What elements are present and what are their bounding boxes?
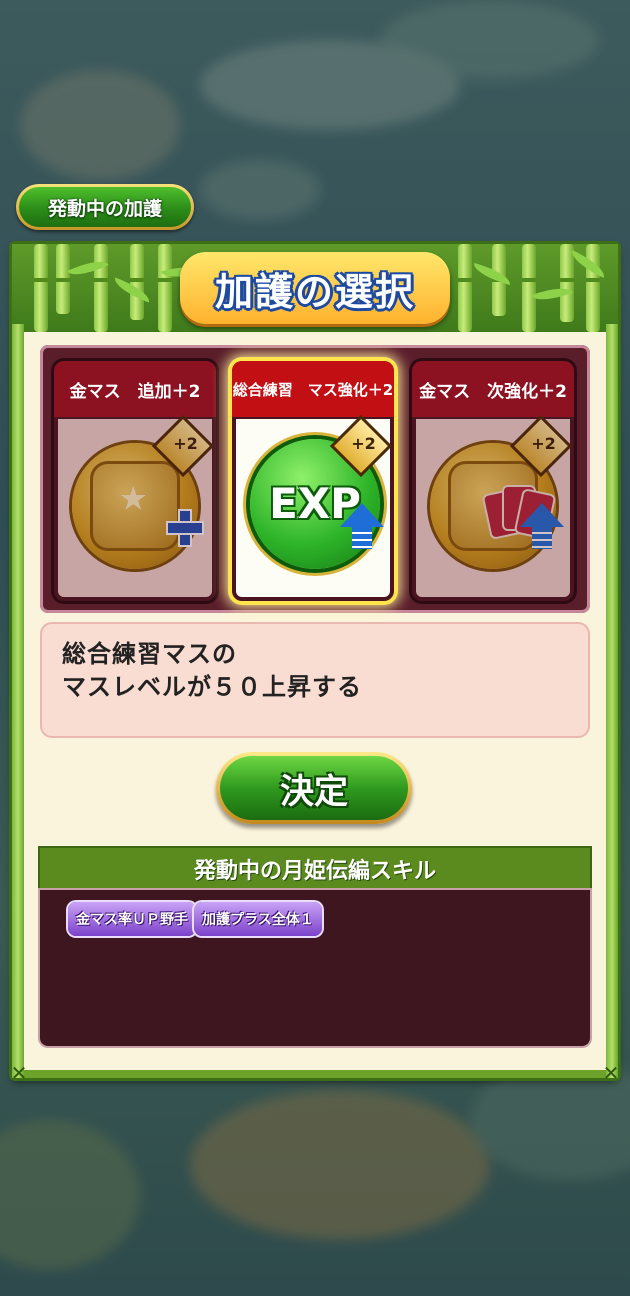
blue-up-arrow-icon (520, 503, 564, 527)
blessing-card-gold-add[interactable]: 金マス 追加＋2 ★ +2 (54, 361, 216, 601)
card-label: 金マス 次強化＋2 (412, 361, 574, 417)
description-line-2: マスレベルが５０上昇する (62, 673, 362, 701)
skill-chip[interactable]: 金マス率ＵＰ野手 (68, 902, 196, 936)
dialog-title-banner: 加護の選択 (180, 252, 450, 324)
description-line-1: 総合練習マスの (62, 640, 237, 668)
blessing-card-gold-next-enhance[interactable]: 金マス 次強化＋2 +2 (412, 361, 574, 601)
active-skills-heading: 発動中の月姫伝編スキル (40, 848, 590, 890)
blessing-card-tray: 金マス 追加＋2 ★ +2 総合練習 マス強化＋2 EXP +2 金マス 次強化… (40, 345, 590, 613)
confirm-label: 決定 (220, 756, 408, 820)
blue-plus-icon (168, 511, 202, 545)
active-blessing-label: 発動中の加護 (19, 187, 191, 227)
dialog-title: 加護の選択 (214, 269, 415, 314)
card-label: 金マス 追加＋2 (54, 361, 216, 417)
corner-knot-icon: ✕ (10, 1061, 28, 1085)
corner-knot-icon: ✕ (602, 1061, 620, 1085)
confirm-button[interactable]: 決定 (216, 752, 412, 824)
card-label: 総合練習 マス強化＋2 (232, 361, 394, 417)
active-blessing-button[interactable]: 発動中の加護 (16, 184, 194, 230)
blessing-description: 総合練習マスの マスレベルが５０上昇する (40, 622, 590, 738)
blessing-card-practice-enhance[interactable]: 総合練習 マス強化＋2 EXP +2 (232, 361, 394, 601)
skill-chip[interactable]: 加護プラス全体１ (194, 902, 322, 936)
active-skills-list: 金マス率ＵＰ野手 加護プラス全体１ (40, 890, 590, 1046)
blue-up-arrow-icon (340, 503, 384, 527)
